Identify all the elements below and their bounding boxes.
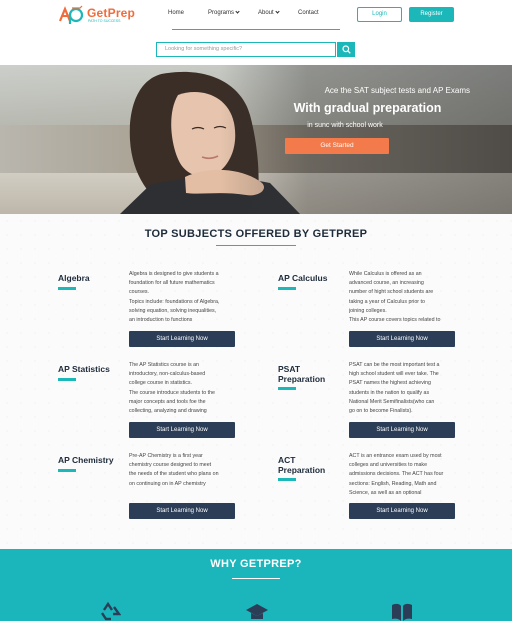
desc-line: taking a year of Calculus prior to bbox=[349, 298, 425, 305]
desc-line: colleges and universities to make bbox=[349, 462, 428, 469]
nav-about[interactable]: About bbox=[258, 9, 280, 16]
subject-desc-ap-chemistry: Pre-AP Chemistry is a first year chemist… bbox=[129, 452, 236, 492]
graduation-cap-icon bbox=[246, 604, 268, 619]
desc-line: foundation for all future mathematics bbox=[129, 280, 215, 287]
desc-line: college course in statistics. bbox=[129, 380, 193, 387]
subject-accent-bar bbox=[278, 387, 296, 390]
hero-tagline: in sunc with school work bbox=[307, 122, 383, 129]
logo-mark-icon bbox=[58, 5, 84, 24]
desc-line: chemistry course designed to meet bbox=[129, 462, 212, 469]
subject-accent-bar bbox=[58, 469, 76, 472]
nav-home[interactable]: Home bbox=[168, 10, 184, 16]
subject-title-line: AP Calculus bbox=[278, 273, 328, 283]
subject-title-line: Preparation bbox=[278, 465, 326, 475]
desc-line: ACT is an entrance exam used by most bbox=[349, 453, 442, 459]
desc-line: Science, as well as an optional bbox=[349, 489, 422, 496]
get-started-button[interactable]: Get Started bbox=[285, 138, 389, 154]
nav-programs-label: Programs bbox=[208, 10, 235, 16]
subject-title-line: Preparation bbox=[278, 374, 326, 384]
subject-desc-algebra: Algebra is designed to give students a f… bbox=[129, 270, 236, 326]
desc-line: Pre-AP Chemistry is a first year bbox=[129, 453, 203, 459]
why-title-underline bbox=[232, 578, 280, 579]
site-header: GetPrep PATH TO SUCCESS Home Programs Ab… bbox=[0, 0, 512, 32]
chevron-down-icon bbox=[275, 9, 280, 14]
header-divider bbox=[172, 29, 340, 30]
desc-line: an introduction to functions bbox=[129, 317, 193, 324]
start-learning-button-ap-calculus[interactable]: Start Learning Now bbox=[349, 331, 455, 347]
nav-programs[interactable]: Programs bbox=[208, 9, 240, 16]
subject-desc-psat-preparation: PSAT can be the most important test a hi… bbox=[349, 361, 456, 417]
start-learning-button-algebra[interactable]: Start Learning Now bbox=[129, 331, 235, 347]
desc-line: joining colleges. bbox=[349, 307, 387, 314]
subject-accent-bar bbox=[58, 378, 76, 381]
logo-word-prep: Prep bbox=[107, 6, 136, 20]
logo-word-get: Get bbox=[87, 6, 108, 20]
subject-accent-bar bbox=[278, 287, 296, 290]
start-learning-button-ap-chemistry[interactable]: Start Learning Now bbox=[129, 503, 235, 519]
hero-title: With gradual preparation bbox=[293, 101, 442, 115]
desc-line: the needs of the student who plans on bbox=[129, 471, 219, 478]
recycle-icon bbox=[101, 602, 121, 621]
search-icon bbox=[342, 45, 351, 54]
subjects-title-underline bbox=[216, 245, 296, 246]
desc-line: The course introduce students to the bbox=[129, 389, 215, 396]
desc-line: on continuing on in AP chemistry bbox=[129, 480, 206, 487]
subject-title-act-preparation: ACT Preparation bbox=[278, 455, 325, 475]
subject-title-line: ACT bbox=[278, 455, 296, 465]
subject-accent-bar bbox=[58, 287, 76, 290]
open-book-icon bbox=[392, 603, 412, 621]
desc-line: collecting, analyzing and drawing bbox=[129, 408, 207, 415]
search-input[interactable]: Looking for something specific? bbox=[156, 42, 336, 57]
logo-tagline: PATH TO SUCCESS bbox=[88, 19, 121, 23]
desc-line: students in the nation to qualify as bbox=[349, 389, 430, 396]
desc-line: PSAT can be the most important test a bbox=[349, 362, 440, 368]
logo-wordmark: GetPrep bbox=[87, 6, 135, 20]
desc-line: National Merit Semifinalists(who can bbox=[349, 398, 435, 405]
chevron-down-icon bbox=[235, 9, 240, 14]
subject-title-line: Algebra bbox=[58, 273, 90, 283]
desc-line: admissions decisions. The ACT has four bbox=[349, 471, 444, 478]
start-learning-button-act-preparation[interactable]: Start Learning Now bbox=[349, 503, 455, 519]
subject-title-psat-preparation: PSAT Preparation bbox=[278, 364, 325, 384]
start-learning-button-ap-statistics[interactable]: Start Learning Now bbox=[129, 422, 235, 438]
search-button[interactable] bbox=[337, 42, 355, 57]
subject-desc-ap-calculus: While Calculus is offered as an advanced… bbox=[349, 270, 456, 326]
nav-about-label: About bbox=[258, 10, 274, 16]
desc-line: solving equation, solving inequalities, bbox=[129, 307, 217, 314]
desc-line: While Calculus is offered as an bbox=[349, 271, 422, 277]
subject-desc-act-preparation: ACT is an entrance exam used by most col… bbox=[349, 452, 456, 499]
subject-accent-bar bbox=[278, 478, 296, 481]
desc-line: courses. bbox=[129, 289, 150, 296]
desc-line: advanced course, an increasing bbox=[349, 280, 424, 287]
desc-line: introductory, non-calculus-based bbox=[129, 371, 206, 378]
desc-line: Algebra is designed to give students a bbox=[129, 271, 219, 277]
subject-title-ap-statistics: AP Statistics bbox=[58, 364, 110, 374]
hero-subtitle: Ace the SAT subject tests and AP Exams bbox=[324, 86, 470, 95]
subject-title-line: PSAT bbox=[278, 364, 301, 374]
nav-contact[interactable]: Contact bbox=[298, 10, 319, 16]
desc-line: PSAT names the highest achieving bbox=[349, 380, 431, 387]
login-button[interactable]: Login bbox=[357, 7, 402, 22]
desc-line: Topics include: foundations of Algebra, bbox=[129, 298, 220, 305]
desc-line: This AP course covers topics related to bbox=[349, 317, 441, 324]
subject-title-algebra: Algebra bbox=[58, 273, 90, 283]
subject-title-ap-chemistry: AP Chemistry bbox=[58, 455, 114, 465]
subject-desc-ap-statistics: The AP Statistics course is an introduct… bbox=[129, 361, 236, 417]
subject-title-ap-calculus: AP Calculus bbox=[278, 273, 327, 283]
subject-title-line: AP Statistics bbox=[58, 364, 110, 374]
subjects-title: TOP SUBJECTS OFFERED BY GETPREP bbox=[144, 228, 368, 240]
desc-line: major concepts and tools foe the bbox=[129, 398, 206, 405]
desc-line: The AP Statistics course is an bbox=[129, 362, 199, 368]
register-button[interactable]: Register bbox=[409, 7, 454, 22]
logo[interactable]: GetPrep PATH TO SUCCESS bbox=[58, 5, 135, 25]
desc-line: number of hight school students are bbox=[349, 289, 434, 296]
desc-line: go on to become Finalists). bbox=[349, 408, 413, 415]
why-title: WHY GETPREP? bbox=[210, 558, 302, 570]
start-learning-button-psat-preparation[interactable]: Start Learning Now bbox=[349, 422, 455, 438]
desc-line: high school student will ever take. The bbox=[349, 371, 439, 378]
subject-title-line: AP Chemistry bbox=[58, 455, 114, 465]
desc-line: sections: English, Reading, Math and bbox=[349, 480, 437, 487]
